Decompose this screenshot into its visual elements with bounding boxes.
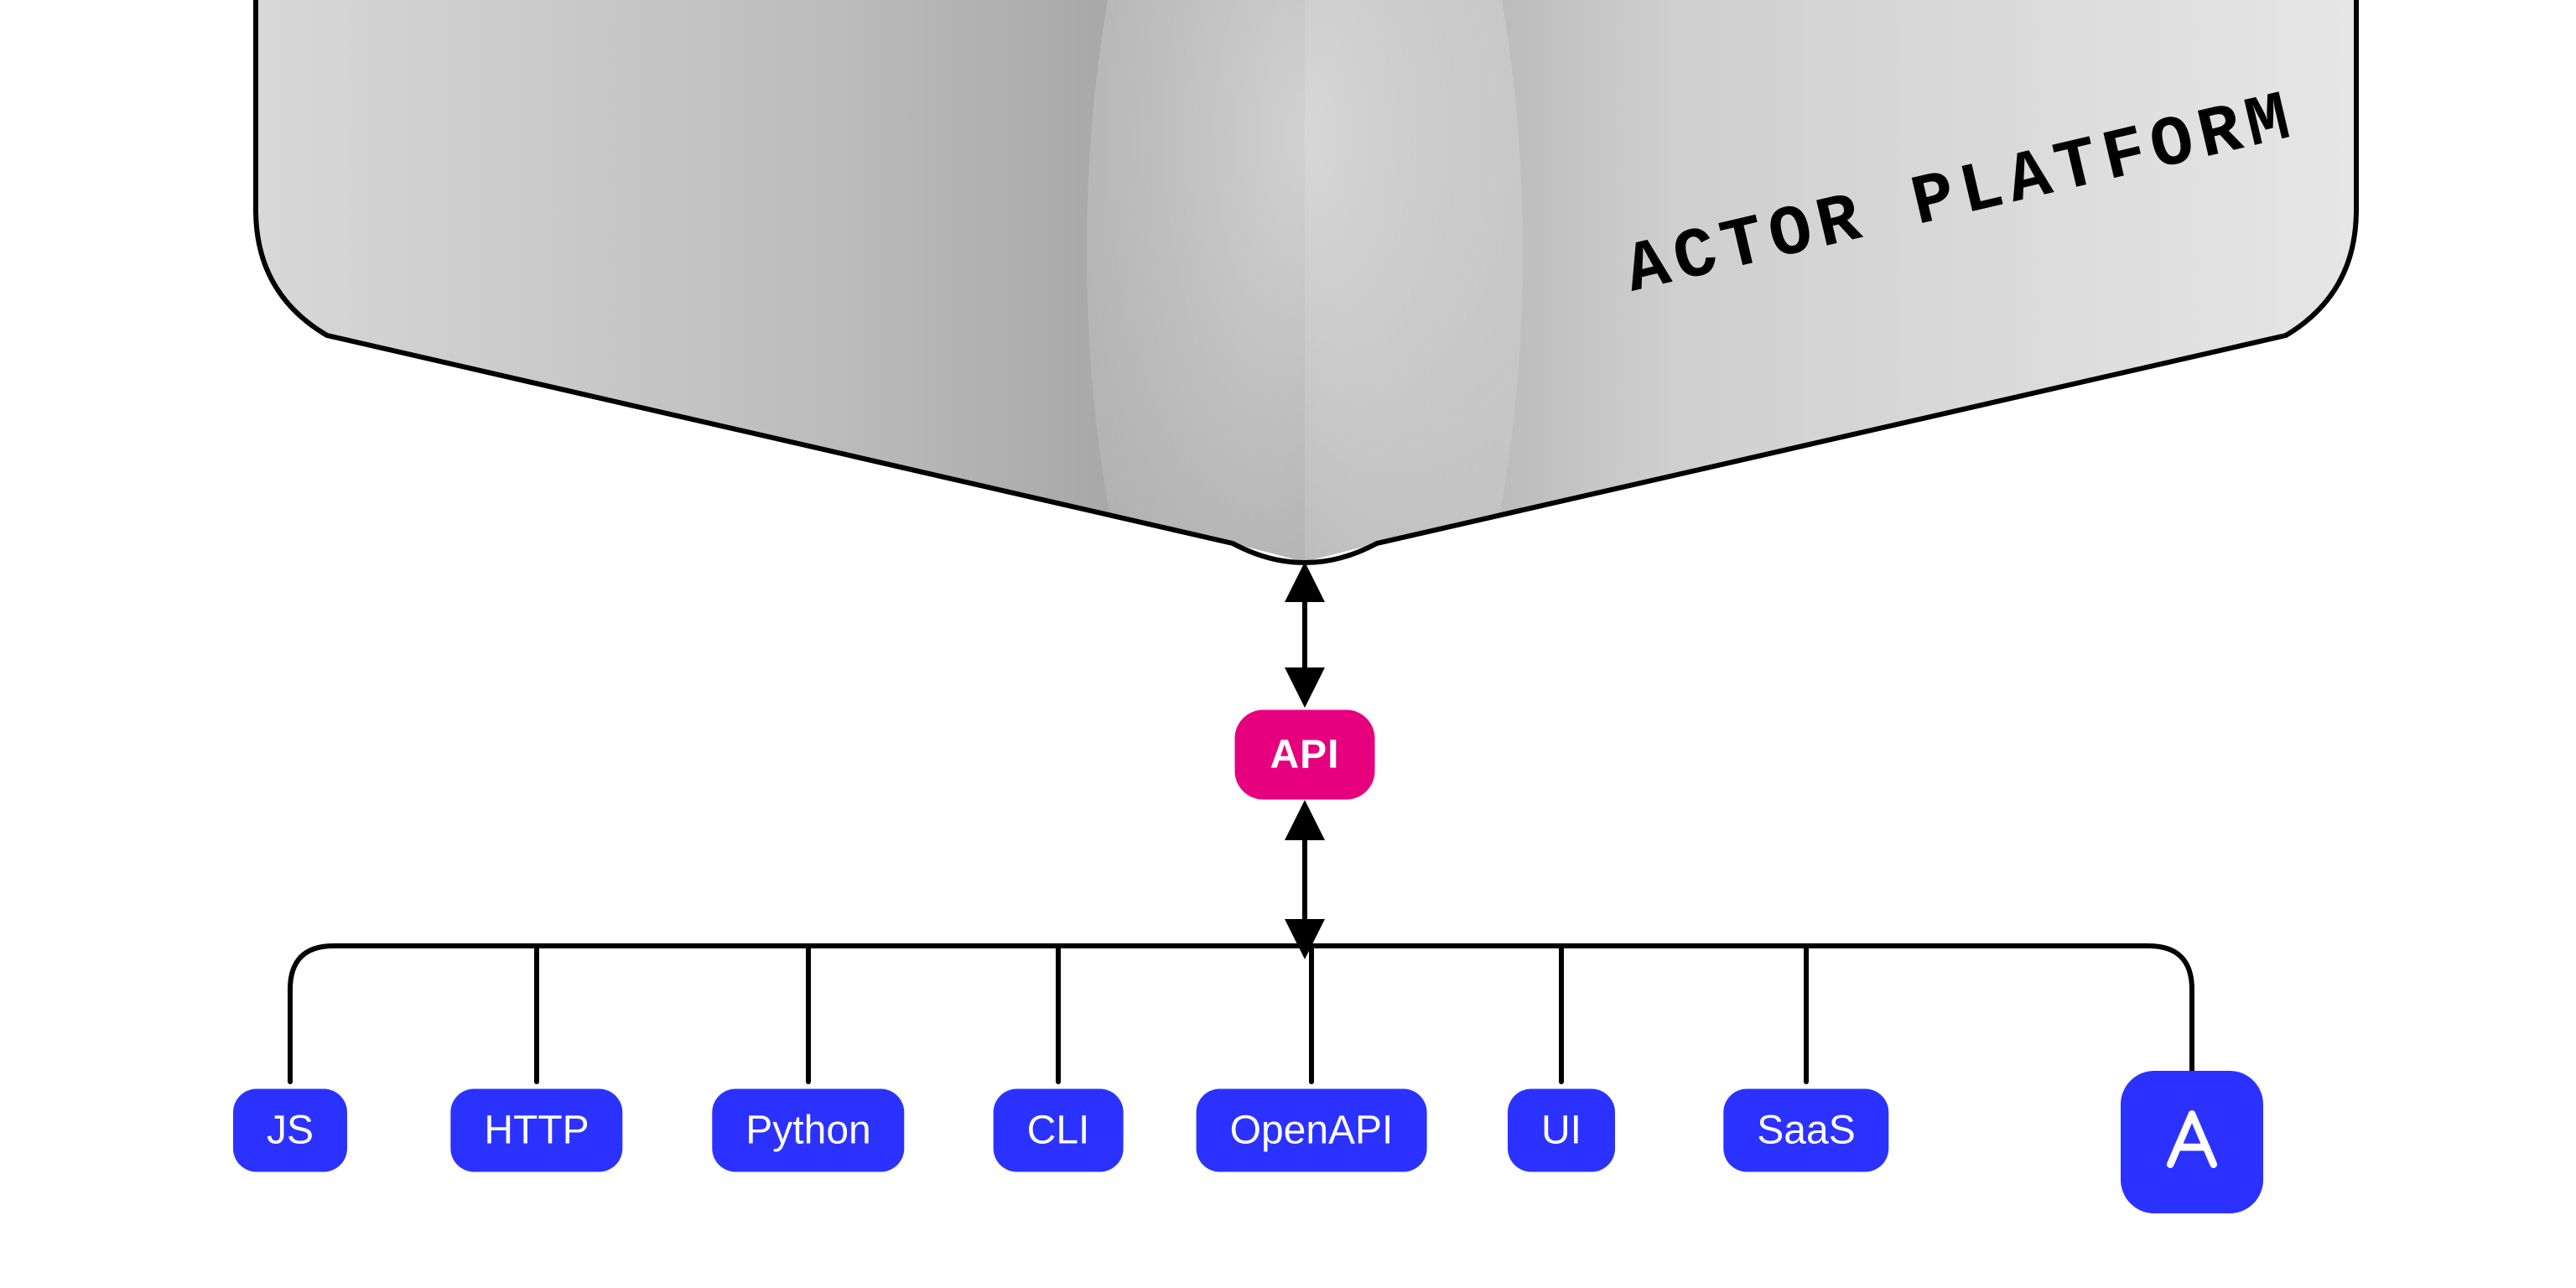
node-cli: CLI	[994, 1089, 1124, 1172]
node-http: HTTP	[450, 1089, 622, 1172]
node-ui: UI	[1508, 1089, 1615, 1172]
node-saas: SaaS	[1723, 1089, 1888, 1172]
node-python: Python	[712, 1089, 904, 1172]
api-node: API	[1234, 710, 1374, 800]
node-openapi: OpenAPI	[1197, 1089, 1427, 1172]
node-apify-icon	[2121, 1071, 2263, 1213]
node-js: JS	[233, 1089, 347, 1172]
apify-logo-icon	[2156, 1101, 2228, 1183]
